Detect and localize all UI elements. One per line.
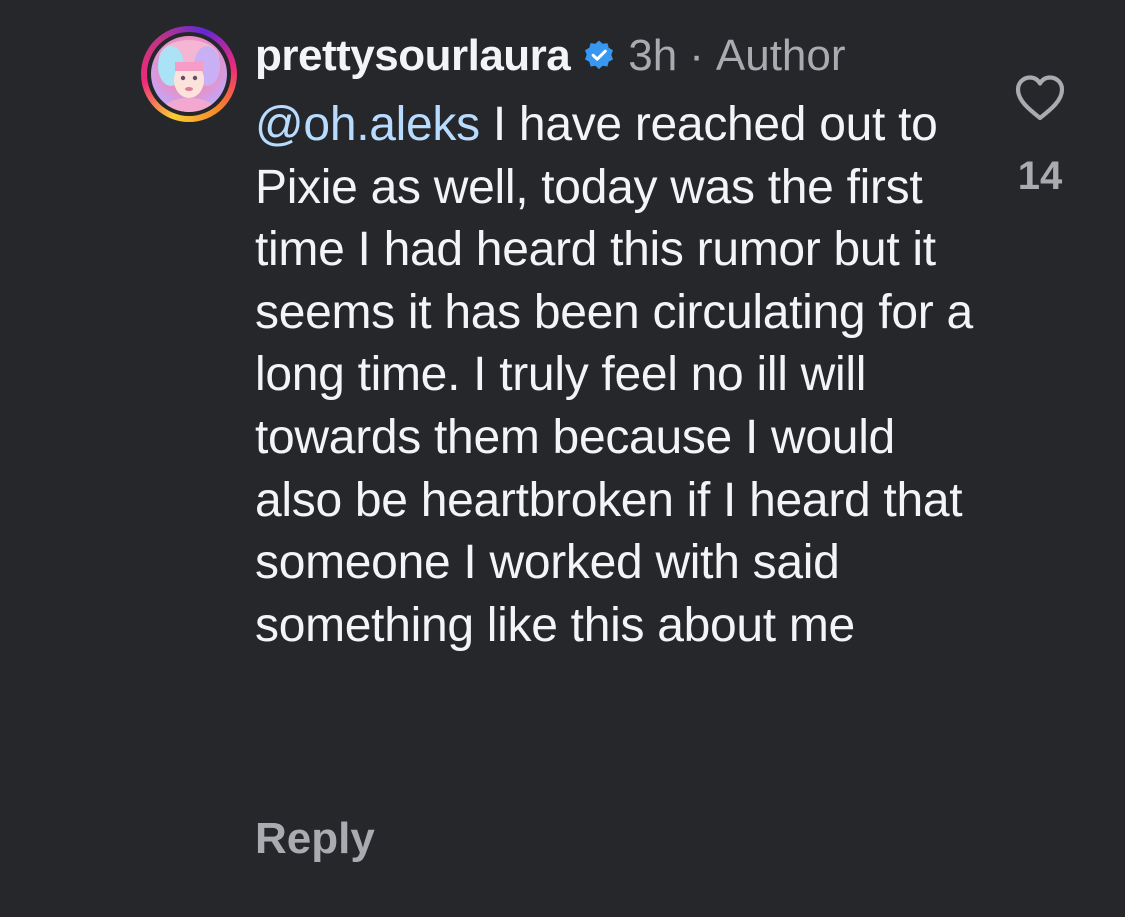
heart-outline-icon: [1015, 75, 1065, 121]
like-button[interactable]: [1012, 70, 1068, 126]
comment-text: @oh.aleks I have reached out to Pixie as…: [255, 94, 975, 657]
verified-badge-icon: [582, 39, 616, 73]
timestamp: 3h: [628, 31, 678, 80]
meta-separator: ·: [689, 31, 704, 80]
comment-header: prettysourlaura 3h · Author: [255, 28, 846, 84]
comment-body: I have reached out to Pixie as well, tod…: [255, 98, 973, 652]
avatar-story-ring: [147, 32, 231, 116]
like-count: 14: [1017, 154, 1063, 198]
avatar[interactable]: [141, 26, 237, 122]
username-link[interactable]: prettysourlaura: [255, 31, 571, 81]
avatar-image: [151, 36, 227, 112]
mention-link[interactable]: @oh.aleks: [255, 98, 480, 151]
author-label: Author: [715, 31, 846, 80]
reply-button[interactable]: Reply: [255, 814, 375, 864]
